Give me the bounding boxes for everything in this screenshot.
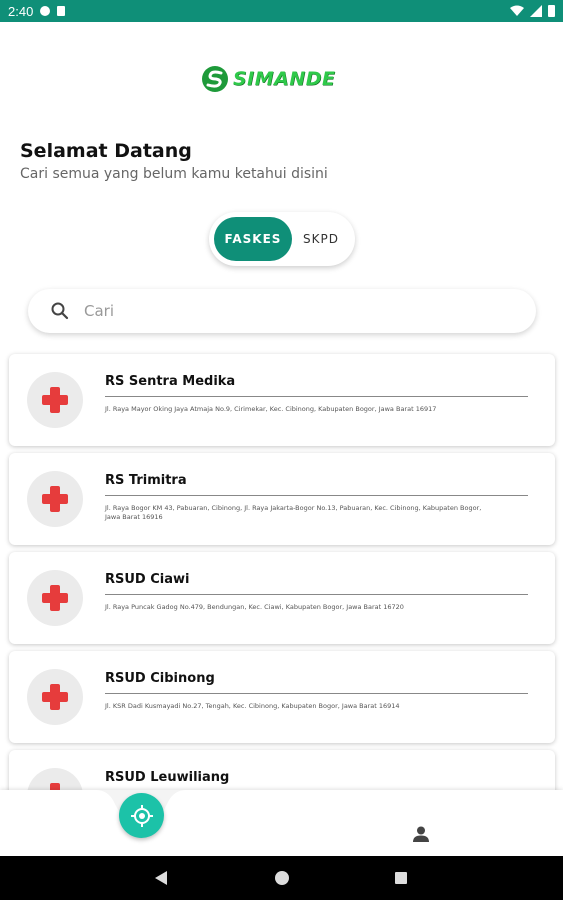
hospital-cross-icon	[27, 768, 83, 790]
target-icon	[130, 804, 153, 827]
divider	[105, 396, 528, 397]
home-icon[interactable]	[275, 871, 289, 885]
facility-name: RSUD Cibinong	[105, 671, 215, 686]
facility-address: Jl. Raya Bogor KM 43, Pabuaran, Cibinong…	[105, 504, 482, 521]
location-fab-button[interactable]	[119, 793, 164, 838]
facility-address: Jl. KSR Dadi Kusmayadi No.27, Tengah, Ke…	[105, 702, 400, 710]
list-item[interactable]: RSUD Leuwiliang	[9, 750, 555, 790]
facility-list: RS Sentra Medika Jl. Raya Mayor Oking Ja…	[0, 0, 563, 790]
divider	[105, 495, 528, 496]
back-icon[interactable]	[155, 871, 167, 885]
facility-name: RS Sentra Medika	[105, 374, 236, 389]
hospital-cross-icon	[27, 570, 83, 626]
hospital-cross-icon	[27, 372, 83, 428]
divider	[105, 693, 528, 694]
person-icon[interactable]	[412, 826, 430, 842]
bottom-navigation	[0, 790, 563, 856]
divider	[105, 594, 528, 595]
facility-address: Jl. Raya Puncak Gadog No.479, Bendungan,…	[105, 603, 404, 611]
system-navigation-bar	[0, 856, 563, 900]
hospital-cross-icon	[27, 669, 83, 725]
list-item[interactable]: RS Sentra Medika Jl. Raya Mayor Oking Ja…	[9, 354, 555, 446]
list-item[interactable]: RSUD Ciawi Jl. Raya Puncak Gadog No.479,…	[9, 552, 555, 644]
list-item[interactable]: RS Trimitra Jl. Raya Bogor KM 43, Pabuar…	[9, 453, 555, 545]
list-item[interactable]: RSUD Cibinong Jl. KSR Dadi Kusmayadi No.…	[9, 651, 555, 743]
recent-apps-icon[interactable]	[395, 872, 407, 884]
facility-name: RS Trimitra	[105, 473, 187, 488]
hospital-cross-icon	[27, 471, 83, 527]
facility-address: Jl. Raya Mayor Oking Jaya Atmaja No.9, C…	[105, 405, 437, 413]
facility-name: RSUD Leuwiliang	[105, 770, 230, 785]
facility-name: RSUD Ciawi	[105, 572, 190, 587]
